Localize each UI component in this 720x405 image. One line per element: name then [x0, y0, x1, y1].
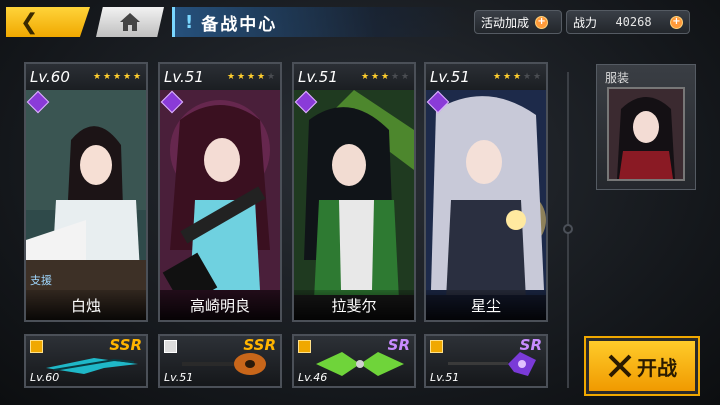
weapon-level: Lv.51 — [430, 371, 460, 384]
star-rating: ★ ★ ★ ★ ★ — [93, 71, 142, 82]
support-tag: 支援 — [30, 274, 52, 287]
star-icon: ★ — [533, 71, 542, 82]
start-battle-label: 开战 — [637, 355, 677, 380]
character-level: Lv.51 — [298, 68, 338, 86]
weapon-level: Lv.51 — [164, 371, 194, 384]
top-bar: ❮ ! 备战中心 活动加成 + 战力 40268 + — [0, 0, 720, 44]
star-icon: ★ — [237, 71, 246, 82]
outfit-portrait — [609, 89, 683, 179]
outfit-thumbnail[interactable] — [607, 87, 685, 181]
star-icon: ★ — [523, 71, 532, 82]
character-level: Lv.51 — [164, 68, 204, 86]
star-rating: ★ ★ ★ ★ ★ — [493, 71, 542, 82]
star-icon: ★ — [381, 71, 390, 82]
info-plus-icon: + — [669, 15, 683, 29]
weapon-slot[interactable]: SSR Lv.51 — [158, 334, 282, 388]
star-icon: ★ — [133, 71, 142, 82]
star-icon: ★ — [401, 71, 410, 82]
page-title: 备战中心 — [201, 14, 278, 35]
character-name: 星尘 — [426, 290, 546, 320]
character-name: 拉斐尔 — [294, 290, 414, 320]
weapon-slot[interactable]: SR Lv.46 — [292, 334, 416, 388]
star-icon: ★ — [123, 71, 132, 82]
star-rating: ★ ★ ★ ★ ★ — [361, 71, 410, 82]
page-title-bar: ! 备战中心 — [172, 7, 462, 37]
star-icon: ★ — [493, 71, 502, 82]
character-card[interactable]: Lv.51 ★ ★ ★ ★ ★ 高崎明良 — [158, 62, 282, 322]
weapon-type-icon — [298, 340, 311, 353]
start-battle-button[interactable]: 开战 — [584, 336, 700, 396]
character-portrait — [160, 90, 280, 320]
star-icon: ★ — [503, 71, 512, 82]
power-value: 40268 — [615, 15, 652, 29]
combat-power-display[interactable]: 战力 40268 + — [566, 10, 690, 34]
star-icon: ★ — [103, 71, 112, 82]
card-header: Lv.51 ★ ★ ★ ★ ★ — [294, 64, 414, 90]
character-level: Lv.51 — [430, 68, 470, 86]
star-icon: ★ — [371, 71, 380, 82]
card-header: Lv.60 ★ ★ ★ ★ ★ — [26, 64, 146, 90]
info-plus-icon: + — [535, 15, 549, 29]
star-icon: ★ — [513, 71, 522, 82]
character-name: 白烛 — [26, 290, 146, 320]
alert-icon: ! — [185, 11, 194, 33]
character-level: Lv.60 — [30, 68, 70, 86]
weapon-level: Lv.60 — [30, 371, 60, 384]
home-icon — [120, 13, 140, 31]
character-card[interactable]: Lv.51 ★ ★ ★ ★ ★ 星尘 — [424, 62, 548, 322]
star-icon: ★ — [267, 71, 276, 82]
power-label: 战力 — [573, 15, 598, 30]
character-card[interactable]: Lv.51 ★ ★ ★ ★ ★ 拉斐尔 — [292, 62, 416, 322]
card-header: Lv.51 ★ ★ ★ ★ ★ — [426, 64, 546, 90]
weapon-type-icon — [164, 340, 177, 353]
star-icon: ★ — [113, 71, 122, 82]
character-portrait — [294, 90, 414, 320]
outfit-label: 服装 — [605, 71, 630, 85]
card-header: Lv.51 ★ ★ ★ ★ ★ — [160, 64, 280, 90]
event-bonus-button[interactable]: 活动加成 + — [474, 10, 562, 34]
weapon-type-icon — [30, 340, 43, 353]
weapon-slot[interactable]: SR Lv.51 — [424, 334, 548, 388]
divider-knob — [563, 224, 573, 234]
event-bonus-label: 活动加成 — [481, 15, 530, 30]
outfit-panel[interactable]: 服装 — [596, 64, 696, 190]
star-icon: ★ — [247, 71, 256, 82]
star-icon: ★ — [93, 71, 102, 82]
star-icon: ★ — [257, 71, 266, 82]
weapon-level: Lv.46 — [298, 371, 328, 384]
weapon-slot[interactable]: SSR Lv.60 — [24, 334, 148, 388]
chevron-left-icon: ❮ — [20, 9, 39, 35]
character-name: 高崎明良 — [160, 290, 280, 320]
crossed-swords-icon — [608, 354, 632, 378]
star-rating: ★ ★ ★ ★ ★ — [227, 71, 276, 82]
star-icon: ★ — [361, 71, 370, 82]
back-button[interactable]: ❮ — [6, 7, 90, 37]
home-button[interactable] — [96, 7, 164, 37]
weapon-type-icon — [430, 340, 443, 353]
star-icon: ★ — [227, 71, 236, 82]
character-portrait — [426, 90, 546, 320]
character-card[interactable]: Lv.60 ★ ★ ★ ★ ★ 支援 白烛 — [24, 62, 148, 322]
star-icon: ★ — [391, 71, 400, 82]
